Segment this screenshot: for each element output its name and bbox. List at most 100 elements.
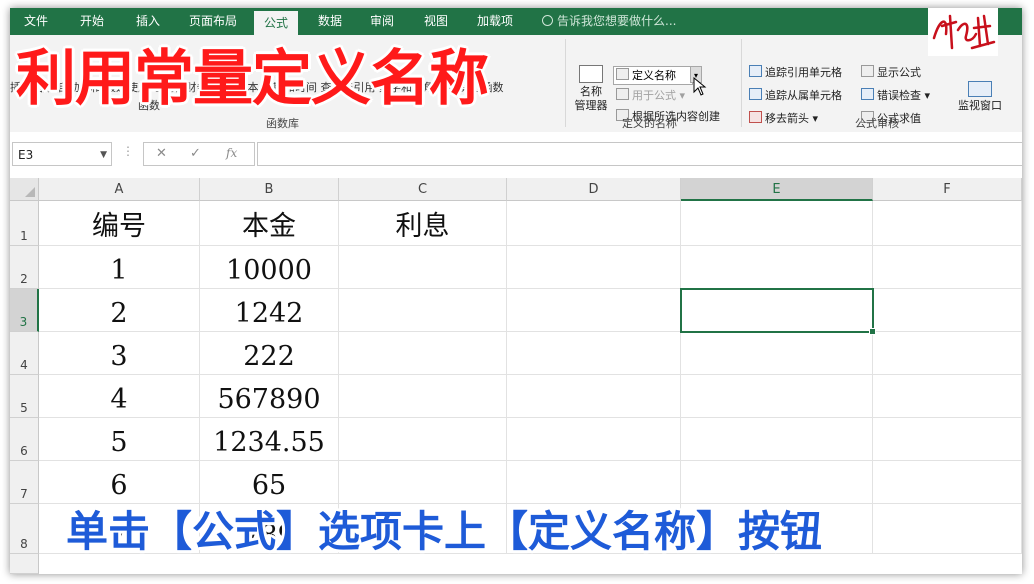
formula-input[interactable] bbox=[257, 142, 1022, 166]
cell-b3[interactable]: 1242 bbox=[200, 289, 339, 332]
active-cell-selection bbox=[680, 288, 876, 335]
cell-a1[interactable]: 编号 bbox=[39, 201, 200, 246]
cell-b6[interactable]: 1234.55 bbox=[200, 418, 339, 461]
cell-d2[interactable] bbox=[507, 246, 681, 289]
cell-f3[interactable] bbox=[873, 289, 1022, 332]
select-all-corner[interactable] bbox=[10, 178, 39, 201]
tell-me-box[interactable]: 告诉我您想要做什么... bbox=[542, 8, 676, 35]
error-checking-label: 错误检查 bbox=[877, 89, 921, 102]
trace-precedents-label: 追踪引用单元格 bbox=[765, 66, 842, 79]
cancel-icon[interactable]: ✕ bbox=[156, 146, 167, 161]
row-header-6[interactable]: 6 bbox=[10, 418, 39, 461]
cell-a6[interactable]: 5 bbox=[39, 418, 200, 461]
column-header-a[interactable]: A bbox=[39, 178, 200, 201]
cell-f8[interactable] bbox=[873, 504, 1022, 554]
overlay-title: 利用常量定义名称 bbox=[16, 44, 489, 114]
lightbulb-icon bbox=[542, 15, 553, 26]
remove-arrows-button[interactable]: 移去箭头 ▾ bbox=[749, 111, 818, 126]
cell-c3[interactable] bbox=[339, 289, 507, 332]
cell-b4[interactable]: 222 bbox=[200, 332, 339, 375]
cell-a2[interactable]: 1 bbox=[39, 246, 200, 289]
column-header-f[interactable]: F bbox=[873, 178, 1022, 201]
name-manager-button[interactable]: 名称 管理器 bbox=[573, 65, 609, 113]
cell-c2[interactable] bbox=[339, 246, 507, 289]
column-header-e[interactable]: E bbox=[681, 178, 873, 201]
cell-a3[interactable]: 2 bbox=[39, 289, 200, 332]
name-manager-icon bbox=[579, 65, 603, 83]
name-manager-label: 名称 管理器 bbox=[574, 85, 608, 112]
cell-c5[interactable] bbox=[339, 375, 507, 418]
cell-b5[interactable]: 567890 bbox=[200, 375, 339, 418]
cell-f5[interactable] bbox=[873, 375, 1022, 418]
column-header-c[interactable]: C bbox=[339, 178, 507, 201]
cell-f2[interactable] bbox=[873, 246, 1022, 289]
cell-a5[interactable]: 4 bbox=[39, 375, 200, 418]
row-header-9[interactable] bbox=[10, 554, 39, 574]
row-header-2[interactable]: 2 bbox=[10, 246, 39, 289]
column-header-d[interactable]: D bbox=[507, 178, 681, 201]
show-formulas-button[interactable]: 显示公式 bbox=[861, 65, 921, 80]
define-name-label: 定义名称 bbox=[632, 69, 676, 82]
error-checking-icon bbox=[861, 88, 874, 100]
cell-c4[interactable] bbox=[339, 332, 507, 375]
row-header-5[interactable]: 5 bbox=[10, 375, 39, 418]
ribbon-separator bbox=[565, 39, 566, 127]
cell-f7[interactable] bbox=[873, 461, 1022, 504]
watch-window-button[interactable]: 监视窗口 bbox=[958, 81, 1002, 113]
author-signature-logo bbox=[928, 8, 998, 56]
watch-window-icon bbox=[968, 81, 992, 97]
cell-d6[interactable] bbox=[507, 418, 681, 461]
remove-arrows-icon bbox=[749, 111, 762, 123]
overlay-caption: 单击【公式】选项卡上【定义名称】按钮 bbox=[66, 507, 823, 556]
cell-f4[interactable] bbox=[873, 332, 1022, 375]
cell-d1[interactable] bbox=[507, 201, 681, 246]
remove-arrows-label: 移去箭头 bbox=[765, 112, 809, 125]
trace-dependents-button[interactable]: 追踪从属单元格 bbox=[749, 88, 842, 103]
cell-a4[interactable]: 3 bbox=[39, 332, 200, 375]
use-in-formula-label: 用于公式 bbox=[632, 89, 676, 102]
cell-f1[interactable] bbox=[873, 201, 1022, 246]
fx-icon bbox=[616, 88, 629, 100]
trace-dependents-icon bbox=[749, 88, 762, 100]
use-in-formula-button[interactable]: 用于公式 ▾ bbox=[616, 88, 685, 103]
cell-e4[interactable] bbox=[681, 332, 873, 375]
error-checking-button[interactable]: 错误检查 ▾ bbox=[861, 88, 930, 103]
define-name-button[interactable]: 定义名称 bbox=[613, 66, 693, 85]
defined-names-group-label: 定义的名称 bbox=[622, 117, 677, 130]
chevron-down-icon: ▼ bbox=[100, 150, 107, 160]
formula-buttons: ✕ ✓ fx bbox=[143, 142, 255, 166]
cell-d3[interactable] bbox=[507, 289, 681, 332]
mouse-cursor-icon bbox=[693, 77, 707, 96]
row-header-1[interactable]: 1 bbox=[10, 201, 39, 246]
cell-f6[interactable] bbox=[873, 418, 1022, 461]
trace-precedents-button[interactable]: 追踪引用单元格 bbox=[749, 65, 842, 80]
cell-e5[interactable] bbox=[681, 375, 873, 418]
column-header-b[interactable]: B bbox=[200, 178, 339, 201]
watch-window-label: 监视窗口 bbox=[958, 99, 1002, 112]
row-header-4[interactable]: 4 bbox=[10, 332, 39, 375]
row-header-3[interactable]: 3 bbox=[10, 289, 39, 332]
formula-bar: E3 ▼ ⋮ ✕ ✓ fx bbox=[10, 132, 1022, 178]
name-box[interactable]: E3 ▼ bbox=[12, 142, 112, 166]
cell-b1[interactable]: 本金 bbox=[200, 201, 339, 246]
cell-d4[interactable] bbox=[507, 332, 681, 375]
formula-bar-grip: ⋮ bbox=[122, 144, 134, 158]
row-header-8[interactable]: 8 bbox=[10, 504, 39, 554]
formula-auditing-group-label: 公式审核 bbox=[855, 117, 899, 130]
cell-e2[interactable] bbox=[681, 246, 873, 289]
insert-function-icon[interactable]: fx bbox=[226, 146, 237, 160]
define-name-icon bbox=[616, 68, 629, 80]
cell-d5[interactable] bbox=[507, 375, 681, 418]
show-formulas-icon bbox=[861, 65, 874, 77]
cell-e1[interactable] bbox=[681, 201, 873, 246]
tell-me-text: 告诉我您想要做什么... bbox=[557, 14, 677, 28]
cell-c6[interactable] bbox=[339, 418, 507, 461]
excel-window: 文件 开始 插入 页面布局 公式 数据 审阅 视图 加载项 告诉我您想要做什么.… bbox=[10, 8, 1022, 574]
confirm-icon[interactable]: ✓ bbox=[190, 146, 201, 161]
cell-b2[interactable]: 10000 bbox=[200, 246, 339, 289]
cell-c1[interactable]: 利息 bbox=[339, 201, 507, 246]
row-header-7[interactable]: 7 bbox=[10, 461, 39, 504]
cell-e6[interactable] bbox=[681, 418, 873, 461]
ribbon-separator bbox=[741, 39, 742, 127]
function-library-group-label: 函数库 bbox=[266, 117, 299, 130]
